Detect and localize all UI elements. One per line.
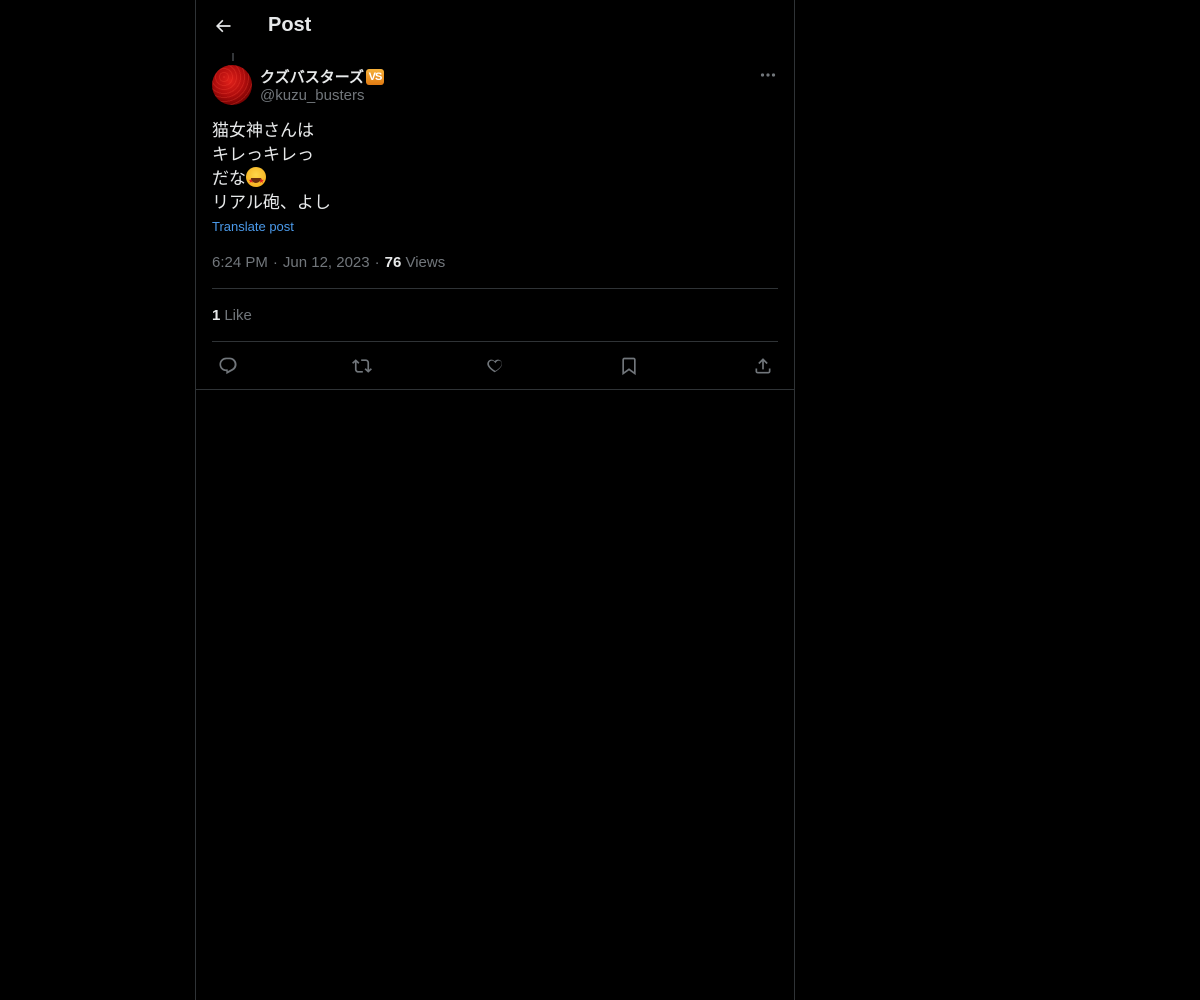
likes-count: 1 [212,307,221,324]
back-button[interactable] [208,11,238,41]
bookmark-icon [619,356,639,376]
star-struck-emoji-icon [246,167,266,194]
share-icon [753,356,773,376]
views-label: Views [405,254,446,271]
repost-icon [352,356,372,376]
bookmark-button[interactable] [616,353,642,379]
page-title: Post [268,14,312,36]
divider [212,341,778,342]
reply-icon [218,356,238,376]
more-horizontal-icon [760,72,776,78]
translate-post-link[interactable]: Translate post [212,219,294,234]
like-button[interactable] [482,353,508,379]
likes-summary[interactable]: 1 Like [212,307,252,324]
post-time[interactable]: 6:24 PM [212,254,268,271]
author-name-row: クズバスターズ VS [260,66,384,87]
header: Post [196,0,794,53]
post-line: リアル砲、よし [212,193,331,212]
post-date[interactable]: Jun 12, 2023 [283,254,370,271]
thread-connector-line [232,53,234,61]
author-handle[interactable]: @kuzu_busters [260,87,364,104]
arrow-left-icon [213,16,233,36]
post-bottom-border [196,389,794,390]
repost-button[interactable] [349,353,375,379]
likes-label: Like [224,307,252,324]
avatar[interactable] [212,65,252,105]
author-display-name[interactable]: クズバスターズ [260,66,364,87]
post-line: だな [212,169,246,188]
reply-button[interactable] [215,353,241,379]
post-line-with-emoji: だな [212,167,331,194]
heart-icon [485,356,505,376]
vs-badge-icon: VS [365,68,384,85]
post-line: 猫女神さんは [212,121,314,140]
divider [212,288,778,289]
post-line: キレっキレっ [212,145,314,164]
views-count: 76 [384,254,402,271]
post-column: Post クズバスターズ VS @kuzu_busters 猫女神さんは キレっ… [195,0,795,1000]
share-button[interactable] [750,353,776,379]
post-text: 猫女神さんは キレっキレっ だな リアル砲、よし [212,119,331,215]
more-options-button[interactable] [756,64,780,86]
separator-dot: · [272,254,278,271]
post-meta: 6:24 PM · Jun 12, 2023 · 76 Views [212,254,445,271]
separator-dot: · [374,254,380,271]
